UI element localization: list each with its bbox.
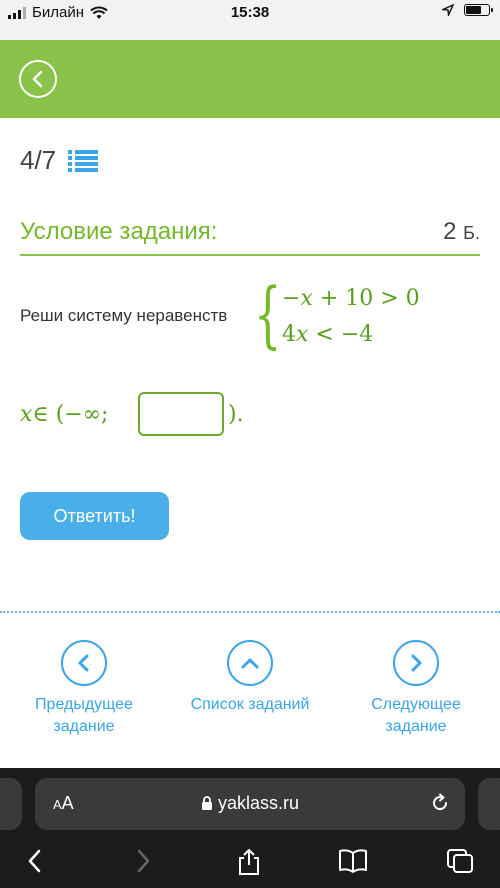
browser-forward-icon[interactable] (134, 848, 152, 874)
previous-task-label-line1: Предыдущее (35, 696, 133, 713)
answer-prefix: ∈ (−∞; (32, 402, 109, 427)
task-progress: 4/7 (20, 145, 99, 176)
answer-var: x (20, 402, 33, 427)
next-tab-preview[interactable] (478, 778, 500, 830)
task-list-label: Список заданий (190, 696, 310, 713)
inequality-1-rest: + 10 > 0 (312, 286, 420, 311)
next-task-label-line1: Следующее (371, 696, 461, 713)
points-unit: Б. (463, 223, 480, 243)
inequality-2-coef: 4 (282, 322, 296, 347)
bookmarks-icon[interactable] (338, 848, 368, 874)
previous-task-label-line2: задание (53, 718, 115, 735)
previous-task-button[interactable]: Предыдущее задание (4, 640, 164, 738)
points-value: 2 (443, 218, 457, 245)
inequality-2-rest: < −4 (308, 322, 374, 347)
answer-expression: x ∈ (−∞; (20, 402, 108, 427)
app-header (0, 40, 500, 118)
condition-divider (20, 254, 480, 256)
chevron-left-icon (32, 70, 43, 88)
lock-icon (201, 796, 212, 810)
points-badge: 2 Б. (443, 218, 480, 246)
system-brace: { (254, 272, 282, 356)
condition-title: Условие задания: (20, 218, 218, 245)
task-counter: 4/7 (20, 145, 57, 175)
previous-tab-preview[interactable] (0, 778, 22, 830)
task-list-circle (227, 640, 273, 686)
clock: 15:38 (230, 4, 270, 21)
reload-icon[interactable] (429, 792, 451, 814)
inequality-1-var: −x (282, 286, 313, 311)
browser-back-icon[interactable] (26, 848, 44, 874)
next-task-label: Следующее задание (336, 694, 496, 738)
back-button[interactable] (19, 60, 57, 98)
answer-suffix: ). (228, 402, 244, 427)
url-display: yaklass.ru (35, 793, 465, 814)
browser-toolbar (0, 848, 500, 878)
previous-task-label: Предыдущее задание (4, 694, 164, 738)
address-bar[interactable]: AA yaklass.ru (35, 778, 465, 830)
tabs-icon[interactable] (446, 848, 474, 874)
next-task-button[interactable]: Следующее задание (336, 640, 496, 738)
share-icon[interactable] (236, 848, 262, 876)
answer-input[interactable] (138, 392, 224, 436)
url-text: yaklass.ru (217, 793, 300, 813)
inequality-1: −x + 10 > 0 (282, 286, 420, 311)
next-task-circle (393, 640, 439, 686)
browser-bar: AA yaklass.ru (0, 768, 500, 888)
chevron-left-icon (78, 654, 89, 672)
chevron-up-icon (241, 658, 259, 669)
list-icon[interactable] (68, 149, 99, 173)
task-text: Реши систему неравенств (20, 306, 228, 325)
task-list-button[interactable]: Список заданий (170, 640, 330, 716)
status-bar: Билайн 15:38 (0, 0, 500, 40)
next-task-label-line2: задание (385, 718, 447, 735)
previous-task-circle (61, 640, 107, 686)
inequality-2-var: x (296, 322, 309, 347)
submit-button[interactable]: Ответить! (20, 492, 169, 540)
battery-icon (464, 4, 493, 16)
inequality-2: 4x < −4 (282, 322, 373, 347)
location-icon (442, 4, 454, 16)
status-right (442, 4, 493, 16)
chevron-right-icon (411, 654, 422, 672)
dotted-separator (0, 611, 500, 613)
